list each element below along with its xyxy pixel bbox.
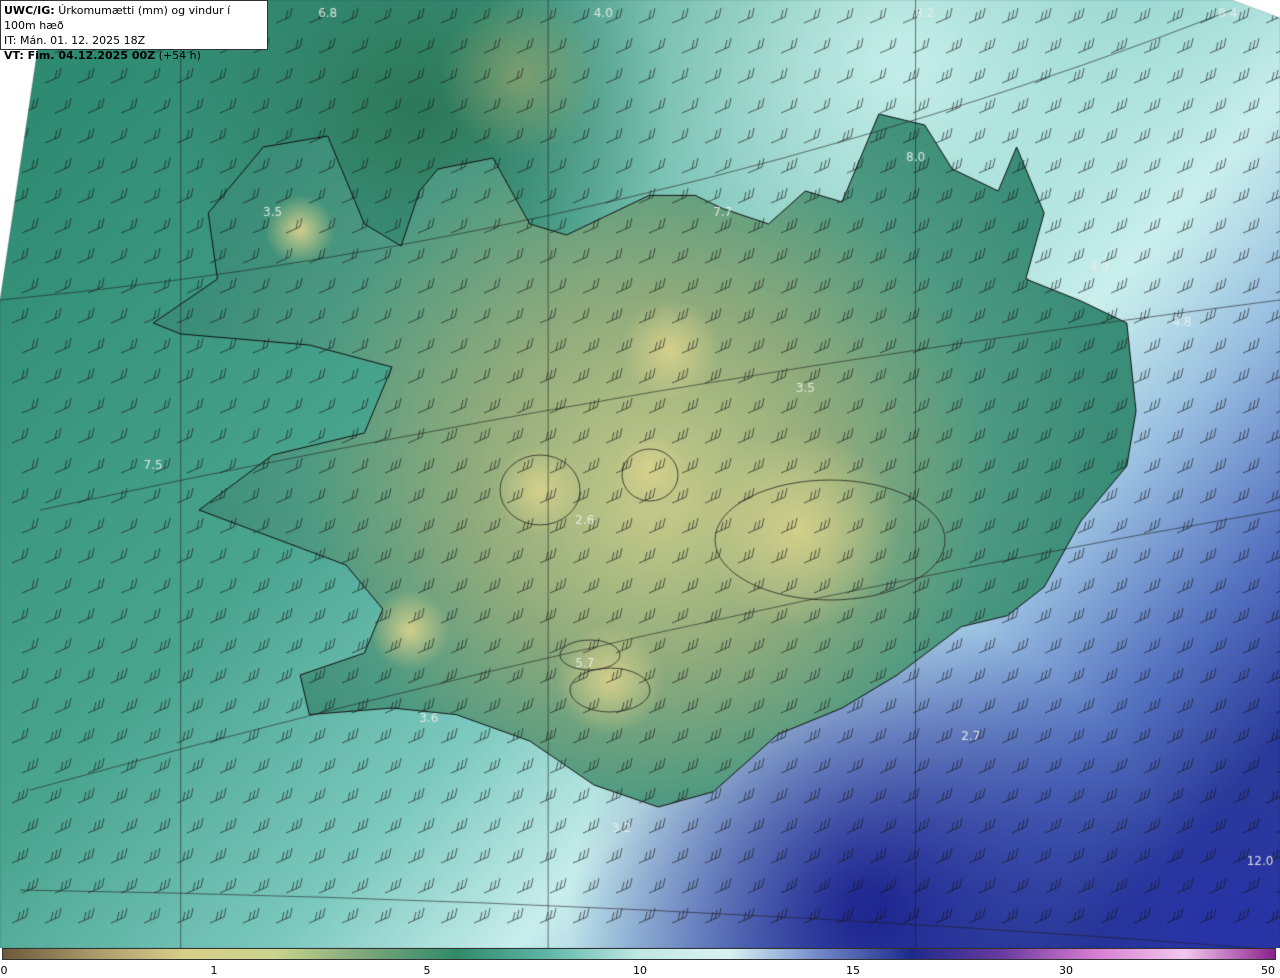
colorbar-strip bbox=[2, 948, 1276, 960]
colorbar-tick-15: 15 bbox=[846, 964, 860, 977]
colorbar-tick-5: 5 bbox=[423, 964, 431, 977]
valid-time-label: VT: Fim. 04.12.2025 00Z bbox=[4, 49, 156, 62]
colorbar-tick-10: 10 bbox=[633, 964, 647, 977]
init-time-label: IT: Mán. 01. 12. 2025 18Z bbox=[4, 34, 146, 47]
colorbar-tick-0: 0 bbox=[0, 964, 8, 977]
colorbar: 0 1 5 10 15 30 50 bbox=[0, 948, 1280, 978]
colorbar-tick-50: 50 bbox=[1261, 964, 1275, 977]
lead-time-label: (+54 h) bbox=[158, 49, 201, 62]
colorbar-tick-30: 30 bbox=[1059, 964, 1073, 977]
colorbar-tick-1: 1 bbox=[210, 964, 218, 977]
model-label: UWC/IG: bbox=[4, 4, 55, 17]
precipitation-wind-map bbox=[0, 0, 1280, 948]
title-box: UWC/IG: Úrkomumætti (mm) og vindur í 100… bbox=[0, 0, 268, 62]
